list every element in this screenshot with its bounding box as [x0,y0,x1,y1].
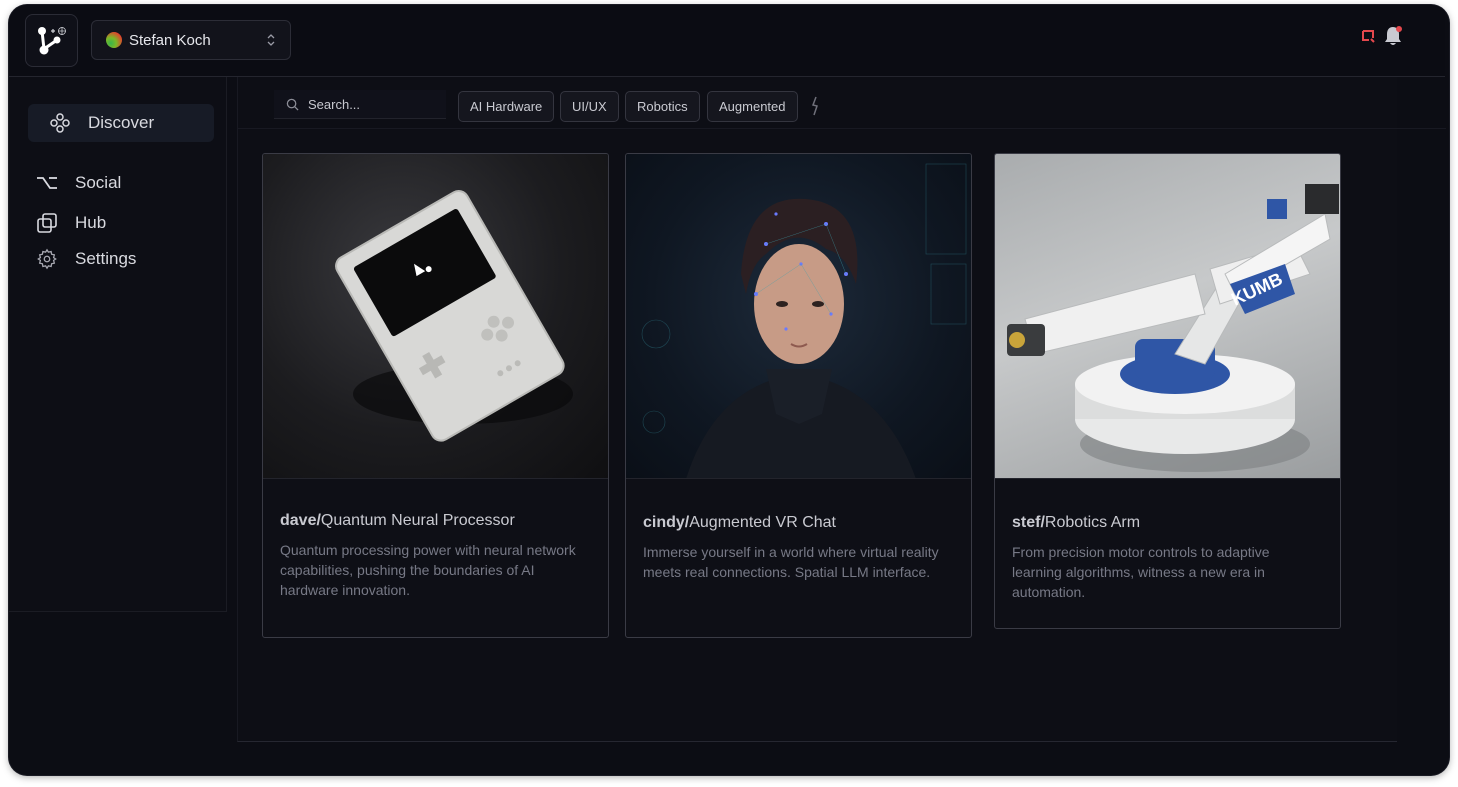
project-card[interactable]: KUMB stef/Robotics Arm From precision mo… [994,153,1341,629]
project-grid: dave/Quantum Neural Processor Quantum pr… [238,129,1398,742]
org-switcher[interactable]: Stefan Koch [91,20,291,60]
sidebar-item-hub[interactable]: Hub [36,212,106,234]
handheld-device-image [335,190,573,442]
card-image [626,154,971,479]
org-avatar [106,32,122,48]
logo-icon [37,26,66,54]
notification-badge [1396,26,1402,32]
card-description: Immerse yourself in a world where virtua… [643,544,939,580]
sidebar-item-discover[interactable]: Discover [28,104,214,142]
card-owner: dave/ [280,512,321,529]
card-owner: stef/ [1012,514,1045,531]
sidebar-item-settings[interactable]: Settings [36,248,136,270]
top-bar: Stefan Koch [9,5,1445,77]
search-icon [286,98,299,111]
card-name: Robotics Arm [1044,514,1141,531]
sidebar-item-label: Discover [88,113,155,132]
vr-portrait-image [641,163,967,478]
filter-chip-robotics[interactable]: Robotics [625,91,700,122]
card-name: Quantum Neural Processor [320,512,515,529]
card-title: cindy/Augmented VR Chat [643,514,954,532]
card-title: stef/Robotics Arm [1012,514,1323,532]
card-description: From precision motor controls to adaptiv… [1012,544,1270,600]
app-window: Stefan Koch Discover Social Hub Settings… [9,5,1449,775]
notifications-button[interactable] [1383,25,1403,52]
main-content: AI Hardware UI/UX Robotics Augmented [237,77,1446,742]
sidebar-item-label: Social [75,173,122,192]
robotic-arm-image: KUMB [1007,184,1339,472]
discover-icon [49,112,71,134]
option-key-icon [36,172,58,194]
more-filters-icon[interactable] [810,96,820,121]
search-box[interactable] [274,90,446,119]
org-name: Stefan Koch [129,31,211,49]
search-input[interactable] [308,96,438,112]
card-description: Quantum processing power with neural net… [280,542,576,598]
chevron-up-down-icon [266,33,276,47]
sidebar-item-label: Hub [75,213,107,232]
sidebar-item-social[interactable]: Social [36,172,121,194]
project-card[interactable]: dave/Quantum Neural Processor Quantum pr… [262,153,609,638]
filter-bar: AI Hardware UI/UX Robotics Augmented [238,77,1446,129]
hub-icon [36,212,58,234]
card-name: Augmented VR Chat [689,514,836,531]
card-image [263,154,608,479]
gear-icon [36,248,58,270]
card-title: dave/Quantum Neural Processor [280,512,591,530]
screen-share-icon[interactable] [1361,28,1377,49]
filter-chip-ai-hardware[interactable]: AI Hardware [458,91,555,122]
card-owner: cindy/ [643,514,690,531]
app-logo[interactable] [25,14,78,67]
sidebar-item-label: Settings [75,249,137,268]
project-card[interactable]: cindy/Augmented VR Chat Immerse yourself… [625,153,972,638]
filter-chip-augmented[interactable]: Augmented [707,91,798,122]
card-image: KUMB [995,154,1340,479]
filter-chip-ui-ux[interactable]: UI/UX [560,91,619,122]
sidebar: Discover Social Hub Settings [9,77,227,612]
top-actions [1361,25,1403,52]
